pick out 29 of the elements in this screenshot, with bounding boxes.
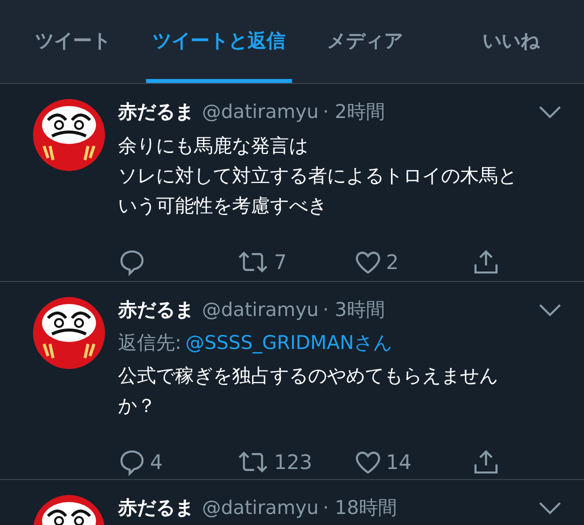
action-count: 2	[386, 248, 399, 276]
speech-bubble-icon[interactable]	[118, 248, 146, 276]
chevron-down-icon[interactable]	[538, 303, 562, 318]
action-count: 14	[386, 449, 412, 476]
profile-tab[interactable]: ツイートと返信	[146, 0, 292, 83]
profile-tab[interactable]: いいね	[438, 0, 584, 83]
action-count: 7	[274, 248, 287, 276]
speech-bubble-icon[interactable]	[118, 448, 146, 476]
display-name: 赤だるま	[118, 298, 194, 323]
user-handle: @datiramyu	[202, 100, 319, 125]
mention-link[interactable]: @SSSS_GRIDMANさん	[185, 328, 392, 357]
tweet-text: 公式で稼ぎを独占するのやめてもらえません か？	[118, 364, 499, 419]
tweet-text: 余りにも馬鹿な発言は ソレに対して対立する者によるトロイの木馬と いう可能性を考慮すべき	[118, 134, 518, 218]
display-name: 赤だるま	[118, 100, 194, 125]
share-icon[interactable]	[472, 248, 500, 276]
reply-label: 返信先:	[118, 330, 182, 356]
share-icon[interactable]	[472, 448, 500, 476]
chevron-down-icon[interactable]	[538, 105, 562, 120]
tweet-time: · 18時間	[322, 496, 397, 521]
tweet-time: · 3時間	[322, 298, 385, 323]
profile-tab[interactable]: メディア	[292, 0, 438, 83]
user-handle: @datiramyu	[202, 496, 319, 521]
action-count: 123	[274, 449, 312, 476]
profile-tab[interactable]: ツイート	[0, 0, 146, 83]
display-name: 赤だるま	[118, 496, 194, 521]
chevron-down-icon[interactable]	[538, 501, 562, 516]
tweet-time: · 2時間	[322, 100, 385, 125]
action-count: 4	[150, 449, 163, 476]
user-handle: @datiramyu	[202, 298, 319, 323]
